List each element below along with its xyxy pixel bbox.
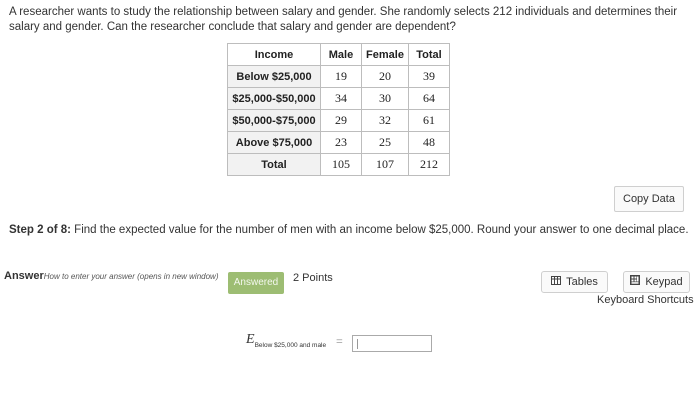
row-label: Below $25,000 xyxy=(227,65,321,88)
table-row: $50,000-$75,000 29 32 61 xyxy=(227,109,450,132)
keypad-label: Keypad xyxy=(645,276,683,288)
step-instruction: Step 2 of 8: Find the expected value for… xyxy=(9,224,689,236)
step-text: Find the expected value for the number o… xyxy=(70,224,689,236)
cell-female: 25 xyxy=(361,131,409,154)
how-to-enter-link[interactable]: How to enter your answer (opens in new w… xyxy=(44,272,219,281)
header-income: Income xyxy=(227,43,321,66)
answered-badge: Answered xyxy=(228,272,284,294)
cell-male: 29 xyxy=(320,109,362,132)
table-row-total: Total 105 107 212 xyxy=(227,153,450,176)
expected-value-subscript: Below $25,000 and male xyxy=(254,342,327,349)
copy-data-button[interactable]: Copy Data xyxy=(614,186,684,212)
table-row: Above $75,000 23 25 48 xyxy=(227,131,450,154)
row-label: Total xyxy=(227,153,321,176)
header-total: Total xyxy=(408,43,450,66)
cell-female: 107 xyxy=(361,153,409,176)
cell-total: 48 xyxy=(408,131,450,154)
table-header-row: Income Male Female Total xyxy=(227,43,450,66)
cell-total: 61 xyxy=(408,109,450,132)
cell-female: 30 xyxy=(361,87,409,110)
step-prefix: Step 2 of 8: xyxy=(9,224,71,236)
keyboard-shortcuts-link[interactable]: Keyboard Shortcuts xyxy=(597,294,694,306)
table-row: Below $25,000 19 20 39 xyxy=(227,65,450,88)
cell-total: 64 xyxy=(408,87,450,110)
row-label: $50,000-$75,000 xyxy=(227,109,321,132)
cell-male: 34 xyxy=(320,87,362,110)
keypad-icon xyxy=(630,272,641,292)
header-female: Female xyxy=(361,43,409,66)
cell-male: 19 xyxy=(320,65,362,88)
tables-button[interactable]: Tables xyxy=(541,271,608,293)
question-text: A researcher wants to study the relation… xyxy=(9,6,678,33)
cell-total: 212 xyxy=(408,153,450,176)
equals-sign: = xyxy=(336,334,343,348)
expected-value-expression: EBelow $25,000 and male xyxy=(246,330,327,349)
cell-male: 105 xyxy=(320,153,362,176)
table-icon xyxy=(551,272,562,292)
cell-female: 20 xyxy=(361,65,409,88)
row-label: Above $75,000 xyxy=(227,131,321,154)
answer-input[interactable] xyxy=(352,335,432,352)
cell-male: 23 xyxy=(320,131,362,154)
table-row: $25,000-$50,000 34 30 64 xyxy=(227,87,450,110)
tables-label: Tables xyxy=(566,276,598,288)
keypad-button[interactable]: Keypad xyxy=(623,271,690,293)
points-label: 2 Points xyxy=(293,272,333,284)
salary-gender-table: Income Male Female Total Below $25,000 1… xyxy=(227,43,450,176)
expected-value-symbol: E xyxy=(246,332,255,347)
cell-total: 39 xyxy=(408,65,450,88)
answer-header: AnswerHow to enter your answer (opens in… xyxy=(4,270,219,282)
row-label: $25,000-$50,000 xyxy=(227,87,321,110)
header-male: Male xyxy=(320,43,362,66)
cell-female: 32 xyxy=(361,109,409,132)
answer-label: Answer xyxy=(4,270,44,282)
